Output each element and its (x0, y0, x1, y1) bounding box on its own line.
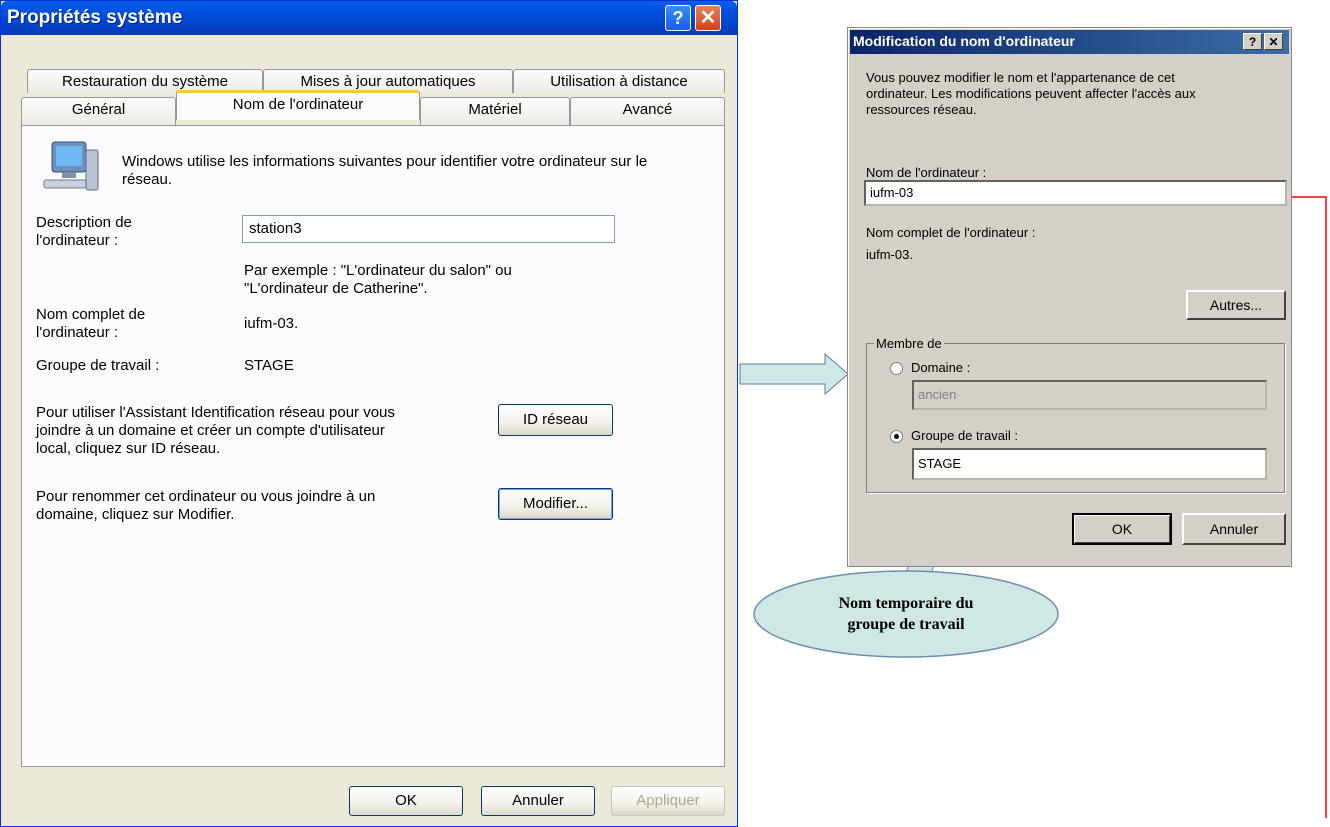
member-of-label: Membre de (874, 335, 944, 353)
workgroup-input[interactable]: STAGE (912, 448, 1267, 480)
tab-computer-name[interactable]: Nom de l'ordinateur (176, 90, 420, 120)
domain-radio[interactable] (890, 362, 903, 375)
dialog-title: Modification du nom d'ordinateur (853, 33, 1075, 49)
more-button[interactable]: Autres... (1186, 290, 1286, 320)
workgroup-label: Groupe de travail : (911, 428, 1018, 443)
domain-input[interactable]: ancien (912, 380, 1267, 410)
change-name-dialog: Modification du nom d'ordinateur ? ✕ Vou… (847, 27, 1292, 567)
callout-text: Nom temporaire du groupe de travail (838, 595, 974, 633)
right-arrow-shape (739, 352, 849, 396)
workgroup-radio[interactable] (890, 430, 903, 443)
dialog-intro: Vous pouvez modifier le nom et l'apparte… (866, 70, 1196, 117)
domain-label: Domaine : (911, 360, 971, 375)
full-name-value: iufm-03. (866, 247, 913, 262)
dialog-close-button[interactable]: ✕ (1264, 33, 1283, 50)
dialog-ok-button[interactable]: OK (1072, 513, 1172, 545)
dialog-cancel-button[interactable]: Annuler (1182, 513, 1286, 545)
full-name-label: Nom complet de l'ordinateur : (866, 225, 1036, 240)
computer-name-input[interactable]: iufm-03 (864, 180, 1287, 206)
dialog-title-bar[interactable]: Modification du nom d'ordinateur ? ✕ (850, 30, 1289, 54)
dialog-help-button[interactable]: ? (1243, 33, 1262, 50)
